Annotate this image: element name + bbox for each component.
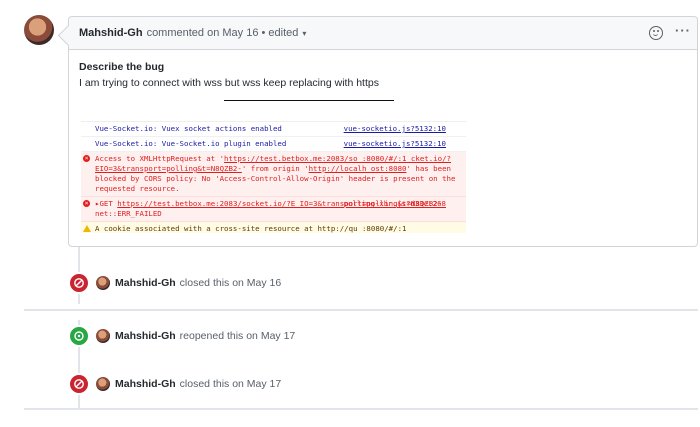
- closed-icon: [68, 272, 90, 294]
- edited-dropdown-icon[interactable]: ▾: [302, 29, 306, 38]
- console-warning-line: A cookie associated with a cross-site re…: [81, 222, 466, 233]
- handwritten-underline: [224, 100, 394, 101]
- comment-body: Describe the bug I am trying to connect …: [69, 50, 697, 100]
- timeline-divider: [24, 408, 698, 410]
- event-author[interactable]: Mahshid-Gh: [115, 330, 176, 342]
- avatar[interactable]: [96, 377, 110, 391]
- console-line: Vue-Socket.io: Vue-Socket.io plugin enab…: [81, 137, 466, 152]
- avatar[interactable]: [96, 276, 110, 290]
- event-author[interactable]: Mahshid-Gh: [115, 378, 176, 390]
- add-reaction-icon[interactable]: [649, 26, 663, 40]
- warning-icon: [83, 225, 91, 232]
- console-screenshot: Vue-Socket.io: Vuex socket actions enabl…: [81, 121, 466, 233]
- event-action: closed this on May 17: [179, 378, 282, 390]
- console-error-line: × Access to XMLHttpRequest at 'https://t…: [81, 152, 466, 197]
- timeline-divider: [24, 309, 698, 311]
- console-source-link: polling-xhr.js?d33e:268: [343, 199, 446, 208]
- event-action: closed this on May 16: [179, 277, 282, 289]
- bug-description: I am trying to connect with wss but wss …: [79, 77, 379, 89]
- comment-meta[interactable]: commented on May 16 • edited: [147, 27, 299, 39]
- event-author[interactable]: Mahshid-Gh: [115, 277, 176, 289]
- event-action: reopened this on May 17: [179, 330, 296, 342]
- closed-icon: [68, 373, 90, 395]
- reopened-icon: [68, 325, 90, 347]
- console-source-link: vue-socketio.js?5132:10: [343, 124, 446, 133]
- author-avatar[interactable]: [24, 15, 54, 45]
- comment-author[interactable]: Mahshid-Gh: [79, 27, 143, 39]
- timeline-event-reopened: Mahshid-Gh reopened this on May 17: [68, 325, 295, 347]
- console-source-link: vue-socketio.js?5132:10: [343, 139, 446, 148]
- error-icon: ×: [83, 155, 90, 162]
- comment-box: Mahshid-Gh commented on May 16 • edited …: [68, 16, 698, 247]
- bug-title: Describe the bug: [79, 61, 165, 73]
- console-line: Vue-Socket.io: Vuex socket actions enabl…: [81, 122, 466, 137]
- avatar[interactable]: [96, 329, 110, 343]
- comment-header: Mahshid-Gh commented on May 16 • edited …: [69, 17, 697, 50]
- timeline-event-closed: Mahshid-Gh closed this on May 17: [68, 373, 281, 395]
- more-options-icon[interactable]: ···: [675, 24, 691, 37]
- console-error-line: × ▸GET https://test.betbox.me:2083/socke…: [81, 197, 466, 222]
- timeline-event-closed: Mahshid-Gh closed this on May 16: [68, 272, 281, 294]
- error-icon: ×: [83, 200, 90, 207]
